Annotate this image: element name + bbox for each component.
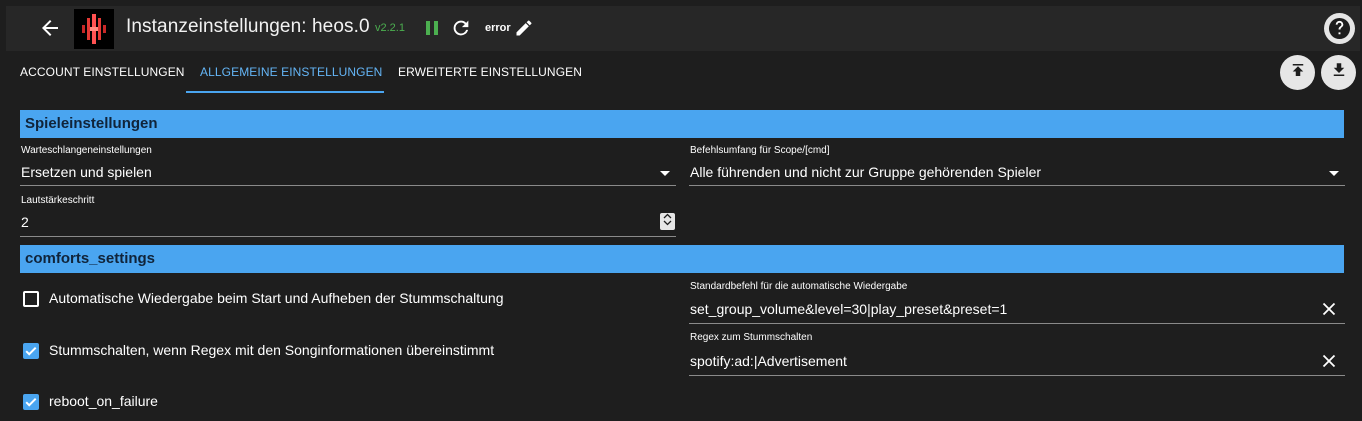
mute-regex-checkbox[interactable] xyxy=(23,343,39,359)
scope-label: Befehlsumfang für Scope/[cmd] xyxy=(690,145,830,156)
autoplay-command-underline xyxy=(689,323,1345,324)
tab-advanced-settings[interactable]: ERWEITERTE EINSTELLUNGEN xyxy=(398,65,582,79)
tab-account-settings[interactable]: ACCOUNT EINSTELLUNGEN xyxy=(20,65,185,79)
mute-regex-label: Regex zum Stummschalten xyxy=(690,332,813,343)
queue-dropdown-icon[interactable] xyxy=(660,171,670,176)
mute-regex-toggle-label: Stummschalten, wenn Regex mit den Songin… xyxy=(49,342,495,358)
queue-underline xyxy=(20,185,676,186)
pause-icon[interactable] xyxy=(422,18,442,38)
volume-step-spinner[interactable] xyxy=(660,213,675,230)
reboot-on-failure-label: reboot_on_failure xyxy=(49,393,158,409)
reload-icon[interactable] xyxy=(450,17,472,39)
volume-step-input[interactable]: 2 xyxy=(21,214,29,230)
tab-general-settings[interactable]: ALLGEMEINE EINSTELLUNGEN xyxy=(200,65,382,79)
queue-select[interactable]: Ersetzen und spielen xyxy=(21,164,152,180)
upload-icon xyxy=(1289,61,1307,84)
download-button[interactable] xyxy=(1321,55,1356,90)
help-icon[interactable] xyxy=(1324,13,1355,44)
mute-regex-input[interactable]: spotify:ad:|Advertisement xyxy=(690,353,847,369)
section-header-comforts: comforts_settings xyxy=(20,245,1344,273)
autoplay-label: Automatische Wiedergabe beim Start und A… xyxy=(49,290,504,306)
edit-pencil-icon[interactable] xyxy=(514,18,534,38)
page-title: Instanzeinstellungen: heos.0 xyxy=(126,16,370,37)
active-tab-indicator xyxy=(186,91,384,93)
download-icon xyxy=(1330,61,1348,84)
scope-dropdown-icon[interactable] xyxy=(1329,171,1339,176)
section-header-player: Spieleinstellungen xyxy=(20,110,1344,138)
spinner-arrows-icon xyxy=(663,213,672,231)
heos-logo-icon xyxy=(74,9,114,49)
autoplay-command-label: Standardbefehl für die automatische Wied… xyxy=(690,281,908,292)
reboot-on-failure-checkbox[interactable] xyxy=(23,394,39,410)
upload-button[interactable] xyxy=(1280,55,1315,90)
autoplay-checkbox[interactable] xyxy=(23,291,39,307)
clear-mute-regex-icon[interactable] xyxy=(1320,352,1338,370)
status-label: error xyxy=(485,22,511,34)
scope-select[interactable]: Alle führenden und nicht zur Gruppe gehö… xyxy=(690,164,1041,180)
clear-autoplay-command-icon[interactable] xyxy=(1320,300,1338,318)
volume-step-underline xyxy=(20,236,676,237)
queue-label: Warteschlangeneinstellungen xyxy=(21,145,152,156)
autoplay-command-input[interactable]: set_group_volume&level=30|play_preset&pr… xyxy=(690,301,1007,317)
back-arrow-icon[interactable] xyxy=(38,16,62,40)
version-label: v2.2.1 xyxy=(375,22,405,34)
scope-underline xyxy=(689,185,1345,186)
mute-regex-underline xyxy=(689,375,1345,376)
top-bar: Instanzeinstellungen: heos.0 v2.2.1 erro… xyxy=(6,6,1360,51)
volume-step-label: Lautstärkeschritt xyxy=(21,195,95,206)
settings-tabs: ACCOUNT EINSTELLUNGEN ALLGEMEINE EINSTEL… xyxy=(0,51,1362,93)
